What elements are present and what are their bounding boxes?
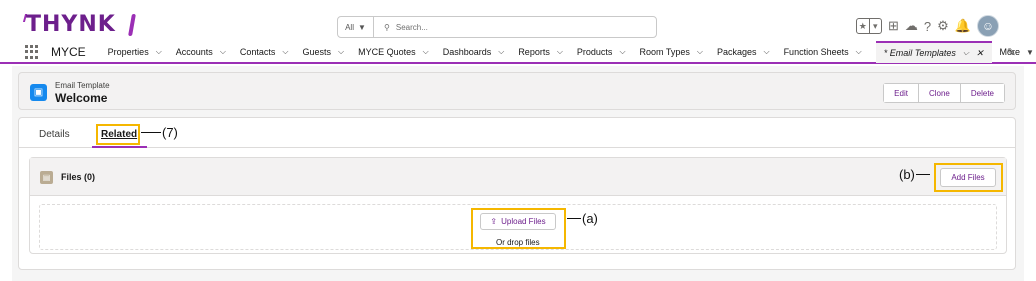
nav-label: Contacts (239, 47, 276, 57)
nav-item-dashboards[interactable]: Dashboards ⌵ (443, 47, 505, 57)
nav-label: Reports (518, 47, 550, 57)
app-name: MYCE (51, 45, 86, 59)
nav-label: Accounts (175, 47, 213, 57)
chevron-down-icon[interactable]: ⌵ (619, 47, 625, 57)
global-header: THYNK All ▼ ⚲ Search... ★ ▾ ⊞ ☁ ? ⚙ 🔔 ☺ (0, 0, 1036, 42)
favorites-button[interactable]: ★ ▾ (856, 18, 882, 34)
add-icon[interactable]: ⊞ (888, 18, 899, 34)
annotation-a: (a) (567, 211, 598, 226)
annotation-b: (b) (899, 167, 931, 182)
app-logo: THYNK (26, 12, 116, 37)
user-avatar-icon[interactable]: ☺ (976, 15, 999, 37)
record-header: ▣ Email Template Welcome Edit Clone Dele… (18, 72, 1016, 110)
chevron-down-icon[interactable]: ⌵ (498, 47, 504, 57)
notifications-bell-icon[interactable]: 🔔 (955, 18, 971, 34)
nav-item-packages[interactable]: Packages ⌵ (717, 47, 770, 57)
chevron-down-icon[interactable]: ⌵ (338, 47, 344, 57)
edit-nav-pencil-icon[interactable]: ✎ (1007, 46, 1016, 59)
nav-label: Room Types (639, 47, 690, 57)
email-template-icon: ▣ (30, 84, 47, 101)
record-title: Welcome (55, 91, 108, 105)
files-title[interactable]: Files (0) (61, 172, 95, 182)
search-input[interactable]: ⚲ Search... (374, 23, 428, 32)
nav-item-properties[interactable]: Properties ⌵ (108, 47, 162, 57)
record-tabs: Details Related (7) (19, 118, 1015, 148)
search-scope-dropdown[interactable]: All ▼ (338, 17, 374, 37)
nav-label: Dashboards (442, 47, 492, 57)
nav-label: Packages (716, 47, 757, 57)
nav-item-contacts[interactable]: Contacts ⌵ (240, 47, 289, 57)
files-header: ▤ Files (0) (b) Add Files (30, 158, 1006, 196)
nav-item-guests[interactable]: Guests ⌵ (303, 47, 345, 57)
help-icon[interactable]: ? (924, 19, 931, 34)
chevron-down-icon[interactable]: ⌵ (697, 47, 703, 57)
search-placeholder: Search... (395, 22, 428, 32)
nav-item-room-types[interactable]: Room Types ⌵ (640, 47, 703, 57)
annotation-label: (b) (899, 167, 915, 182)
nav-item-myce-quotes[interactable]: MYCE Quotes ⌵ (358, 47, 429, 57)
app-navigation-bar: MYCE Properties ⌵ Accounts ⌵ Contacts ⌵ Gue… (0, 41, 1036, 64)
nav-item-function-sheets[interactable]: Function Sheets ⌵ (784, 47, 862, 57)
favorites-dropdown-icon[interactable]: ▾ (868, 19, 882, 33)
upload-files-label: Upload Files (501, 217, 546, 226)
search-icon: ⚲ (384, 22, 390, 32)
nav-more-menu[interactable]: More ▼ (1000, 47, 1034, 57)
file-dropzone[interactable]: ⇪ Upload Files Or drop files (a) (39, 204, 997, 250)
files-related-list: ▤ Files (0) (b) Add Files ⇪ Upload Files… (29, 157, 1007, 254)
annotation-label: (a) (582, 211, 598, 226)
chevron-down-icon[interactable]: ⌵ (156, 47, 162, 57)
object-type-label: Email Template (55, 81, 110, 90)
annotation-label: (7) (162, 125, 178, 140)
nav-label: Products (576, 47, 613, 57)
favorites-star-icon[interactable]: ★ (857, 19, 869, 33)
caret-down-icon: ▼ (1026, 47, 1034, 57)
upload-icon: ⇪ (490, 217, 498, 226)
annotation-leader-line (141, 132, 161, 133)
annotation-leader-line (567, 218, 581, 219)
header-utility-icons: ★ ▾ ⊞ ☁ ? ⚙ 🔔 ☺ (856, 15, 999, 37)
search-scope-label: All (345, 22, 354, 32)
drop-files-text: Or drop files (496, 238, 540, 247)
add-files-button[interactable]: Add Files (940, 168, 996, 187)
file-icon: ▤ (40, 171, 53, 184)
nav-label: Properties (107, 47, 149, 57)
tab-details[interactable]: Details (39, 129, 70, 140)
edit-button[interactable]: Edit (884, 84, 918, 102)
chevron-down-icon[interactable]: ⌵ (220, 47, 226, 57)
chevron-down-icon[interactable]: ⌵ (763, 47, 769, 57)
chevron-down-icon[interactable]: ⌵ (282, 47, 288, 57)
nav-label: * Email Templates (883, 48, 956, 58)
nav-item-reports[interactable]: Reports ⌵ (518, 47, 563, 57)
record-body: Details Related (7) ▤ Files (0) (b) Add … (18, 117, 1016, 270)
record-actions: Edit Clone Delete (883, 83, 1005, 103)
nav-item-email-templates-active[interactable]: * Email Templates ⌵ ✕ (875, 41, 992, 63)
related-highlight-box (96, 124, 140, 145)
nav-label: Function Sheets (783, 47, 849, 57)
delete-button[interactable]: Delete (959, 84, 1004, 102)
annotation-7: (7) (141, 125, 178, 140)
nav-label: Guests (302, 47, 332, 57)
annotation-leader-line (915, 174, 930, 175)
nav-item-accounts[interactable]: Accounts ⌵ (176, 47, 226, 57)
chevron-down-icon[interactable]: ⌵ (963, 48, 969, 58)
app-launcher-icon[interactable] (25, 45, 39, 59)
chevron-down-icon[interactable]: ⌵ (856, 47, 862, 57)
setup-gear-icon[interactable]: ⚙ (937, 18, 949, 34)
caret-down-icon: ▼ (357, 22, 366, 32)
active-tab-indicator (92, 146, 147, 148)
close-icon[interactable]: ✕ (976, 48, 984, 59)
clone-button[interactable]: Clone (917, 84, 960, 102)
nav-item-products[interactable]: Products ⌵ (577, 47, 626, 57)
upload-files-button[interactable]: ⇪ Upload Files (480, 213, 556, 230)
trailhead-icon[interactable]: ☁ (905, 18, 918, 34)
logo-mark-bar (128, 14, 136, 36)
global-search[interactable]: All ▼ ⚲ Search... (337, 16, 657, 38)
chevron-down-icon[interactable]: ⌵ (557, 47, 563, 57)
nav-label: MYCE Quotes (358, 47, 416, 57)
chevron-down-icon[interactable]: ⌵ (423, 47, 429, 57)
